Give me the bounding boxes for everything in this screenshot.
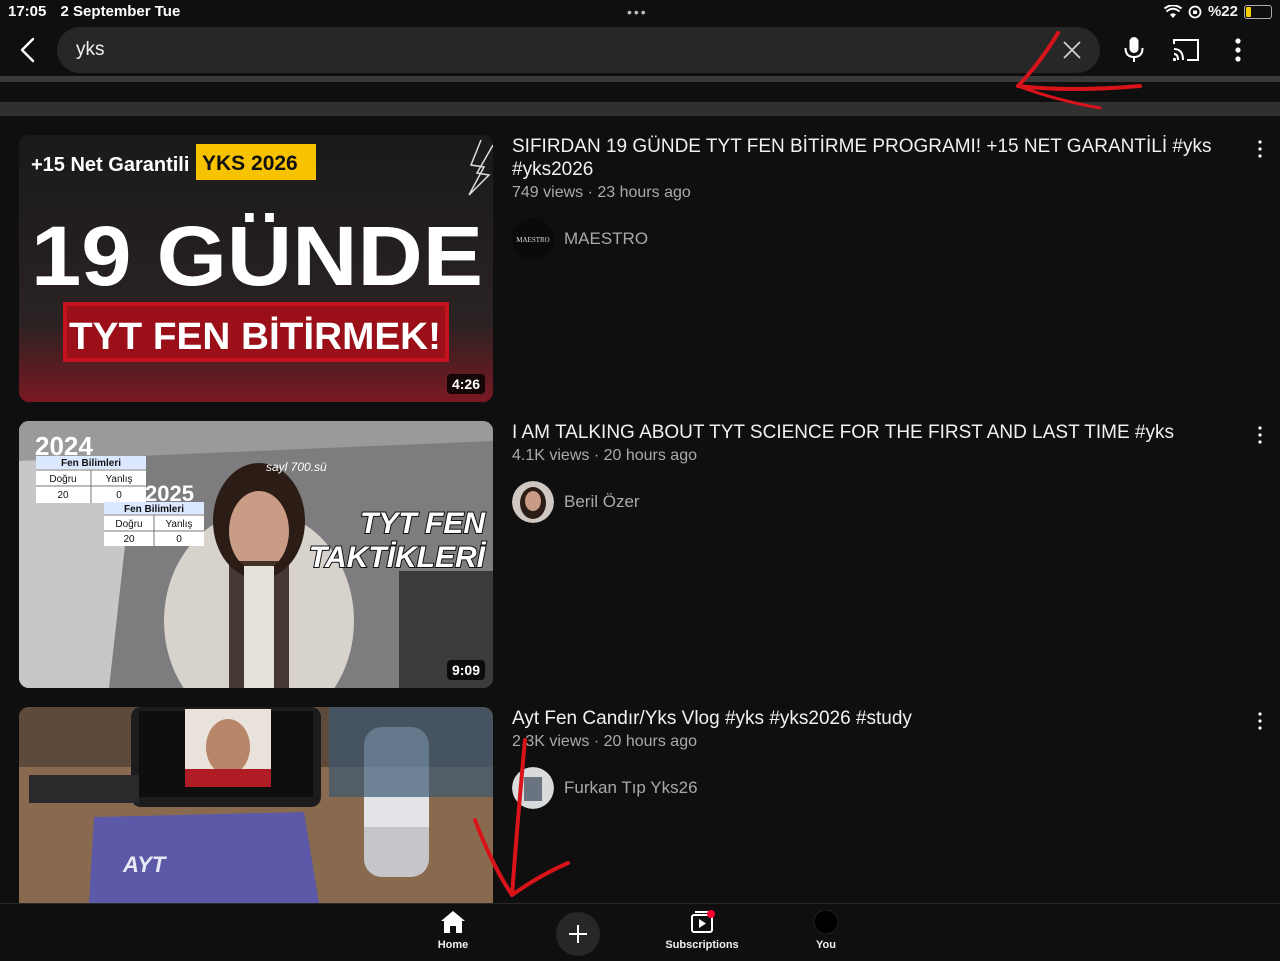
video-thumbnail[interactable]: 2024 Fen Bilimleri Doğru Yanlış 20 0 202… xyxy=(19,421,493,688)
channel-name[interactable]: MAESTRO xyxy=(564,229,648,249)
search-input[interactable]: yks xyxy=(76,39,105,61)
thumbnail-image: +15 Net Garantili YKS 2026 19 GÜNDE TYT … xyxy=(19,135,493,402)
table-col-correct: Doğru xyxy=(115,519,142,530)
more-vertical-icon[interactable] xyxy=(1252,139,1268,159)
thumbnail-headline: 19 GÜNDE xyxy=(31,209,483,303)
filter-bar-placeholder xyxy=(0,102,1280,116)
thumbnail-line2: TAKTİKLERİ xyxy=(309,541,487,574)
microphone-icon[interactable] xyxy=(1122,36,1146,64)
avatar[interactable] xyxy=(512,481,554,523)
status-time: 17:05 xyxy=(8,3,47,20)
more-vertical-icon[interactable] xyxy=(1252,425,1268,445)
table-val-wrong: 0 xyxy=(116,490,122,501)
close-icon[interactable] xyxy=(1060,38,1084,62)
channel-info[interactable]: MAESTRO MAESTRO xyxy=(512,218,648,260)
thumbnail-rank: sayl 700.sü xyxy=(266,460,327,474)
table-col-wrong: Yanlış xyxy=(165,519,192,530)
video-meta: 749 views · 23 hours ago xyxy=(512,184,691,201)
thumbnail-image: 2024 Fen Bilimleri Doğru Yanlış 20 0 202… xyxy=(19,421,493,688)
video-title[interactable]: SIFIRDAN 19 GÜNDE TYT FEN BİTİRME PROGRA… xyxy=(512,135,1212,181)
subscriptions-icon xyxy=(691,910,715,933)
multitasking-dots[interactable]: ••• xyxy=(627,4,648,20)
nav-home[interactable]: Home xyxy=(428,910,478,951)
create-button[interactable] xyxy=(556,912,600,956)
video-title[interactable]: I AM TALKING ABOUT TYT SCIENCE FOR THE F… xyxy=(512,421,1212,444)
thumbnail-line1: TYT FEN xyxy=(360,507,486,540)
home-icon xyxy=(441,911,465,933)
bottom-navigation: Home Subscriptions You xyxy=(0,903,1280,961)
table-col-wrong: Yanlış xyxy=(105,474,132,485)
channel-name[interactable]: Beril Özer xyxy=(564,492,640,512)
video-thumbnail[interactable]: +15 Net Garantili YKS 2026 19 GÜNDE TYT … xyxy=(19,135,493,402)
video-result[interactable]: 2024 Fen Bilimleri Doğru Yanlış 20 0 202… xyxy=(0,421,1280,689)
score-table-2024: Fen Bilimleri Doğru Yanlış 20 0 xyxy=(36,456,146,503)
header-divider xyxy=(0,76,1280,82)
nav-subscriptions-label: Subscriptions xyxy=(665,939,739,951)
nav-you-label: You xyxy=(816,939,836,951)
notebook-label: AYT xyxy=(122,852,167,877)
channel-info[interactable]: Furkan Tıp Yks26 xyxy=(512,767,698,809)
score-table-2025: Fen Bilimleri Doğru Yanlış 20 0 xyxy=(104,502,204,546)
thumbnail-image: AYT xyxy=(19,707,493,903)
orientation-lock-icon xyxy=(1188,5,1202,18)
status-date: 2 September Tue xyxy=(60,3,181,20)
video-thumbnail[interactable]: AYT xyxy=(19,707,493,903)
table-title: Fen Bilimleri xyxy=(61,458,121,469)
channel-info[interactable]: Beril Özer xyxy=(512,481,640,523)
thumbnail-tag-text: +15 Net Garantili xyxy=(31,154,189,176)
avatar xyxy=(813,909,839,935)
plus-icon xyxy=(569,925,587,943)
table-val-correct: 20 xyxy=(123,534,135,545)
table-val-correct: 20 xyxy=(57,490,69,501)
thumbnail-banner: TYT FEN BİTİRMEK! xyxy=(69,316,441,358)
battery-percentage: %22 xyxy=(1207,3,1238,20)
back-icon[interactable] xyxy=(12,34,44,66)
video-duration: 4:26 xyxy=(446,374,485,394)
nav-home-label: Home xyxy=(437,939,469,951)
channel-name[interactable]: Furkan Tıp Yks26 xyxy=(564,778,698,798)
more-vertical-icon[interactable] xyxy=(1252,711,1268,731)
video-meta: 4.1K views · 20 hours ago xyxy=(512,447,697,464)
status-time-date: 17:05 2 September Tue xyxy=(8,3,190,20)
video-duration: 9:09 xyxy=(446,660,485,680)
search-box[interactable]: yks xyxy=(57,27,1100,73)
video-result[interactable]: AYT Ayt Fen Candır/Yks Vlog #yks #yks202… xyxy=(0,707,1280,903)
table-title: Fen Bilimleri xyxy=(124,504,184,515)
avatar[interactable] xyxy=(512,767,554,809)
search-header: yks xyxy=(0,24,1280,76)
thumbnail-badge-text: YKS 2026 xyxy=(202,152,298,175)
status-indicators: %22 xyxy=(1163,3,1272,20)
video-meta: 2.3K views · 20 hours ago xyxy=(512,733,697,750)
avatar-text: MAESTRO xyxy=(516,236,549,244)
nav-you[interactable]: You xyxy=(806,909,846,951)
status-bar: 17:05 2 September Tue ••• %22 xyxy=(0,0,1280,24)
cast-icon[interactable] xyxy=(1172,37,1200,63)
wifi-icon xyxy=(1163,4,1182,18)
battery-icon xyxy=(1244,4,1272,19)
more-vertical-icon[interactable] xyxy=(1228,36,1248,64)
nav-subscriptions[interactable]: Subscriptions xyxy=(660,910,744,951)
table-val-wrong: 0 xyxy=(176,534,182,545)
video-result[interactable]: +15 Net Garantili YKS 2026 19 GÜNDE TYT … xyxy=(0,135,1280,403)
video-title[interactable]: Ayt Fen Candır/Yks Vlog #yks #yks2026 #s… xyxy=(512,707,1212,730)
table-col-correct: Doğru xyxy=(49,474,76,485)
avatar[interactable]: MAESTRO xyxy=(512,218,554,260)
